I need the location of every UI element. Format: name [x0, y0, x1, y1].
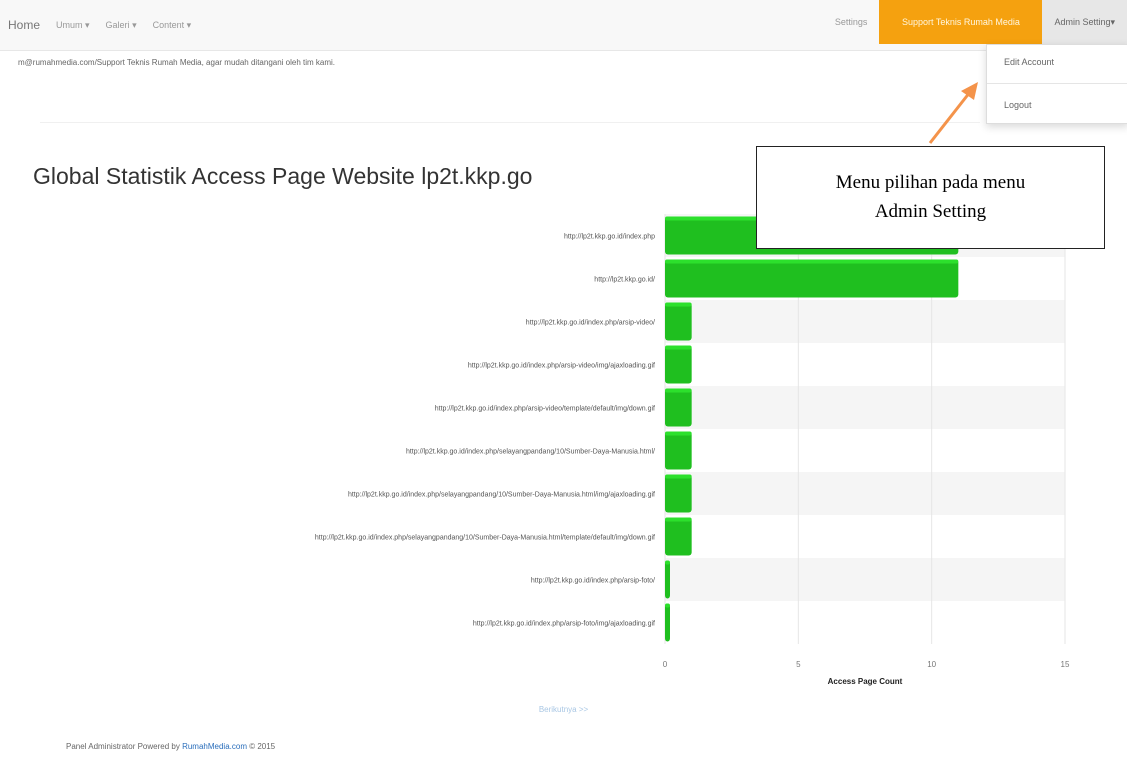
dropdown-divider — [987, 83, 1127, 84]
callout-line-2: Admin Setting — [874, 200, 987, 222]
chart-bar-highlight — [665, 345, 692, 350]
nav-menu-content[interactable]: Content ▾ — [153, 20, 192, 31]
rumahmedia-link[interactable]: RumahMedia.com — [182, 742, 247, 751]
y-category-label: http://lp2t.kkp.go.id/ — [594, 277, 655, 284]
divider — [40, 122, 980, 123]
chart-bar-highlight — [665, 302, 692, 307]
top-navbar: Home Umum ▾ Galeri ▾ Content ▾ Settings … — [0, 0, 1127, 51]
chart-bar-highlight — [665, 388, 692, 393]
settings-link[interactable]: Settings — [823, 0, 880, 44]
chart-row-band — [665, 472, 1065, 515]
chart-bar — [665, 431, 692, 470]
x-tick-label: 15 — [1061, 660, 1070, 669]
chart-bar — [665, 388, 692, 427]
x-tick-label: 0 — [663, 660, 668, 669]
logout-menu-item[interactable]: Logout — [987, 88, 1127, 122]
x-tick-label: 10 — [927, 660, 936, 669]
chart-row-band — [665, 386, 1065, 429]
admin-dropdown-menu: Edit Account Logout — [986, 44, 1127, 124]
chart-row-band — [665, 558, 1065, 601]
y-category-label: http://lp2t.kkp.go.id/index.php/selayang… — [406, 449, 655, 456]
y-category-label: http://lp2t.kkp.go.id/index.php/selayang… — [315, 535, 655, 542]
y-category-label: http://lp2t.kkp.go.id/index.php/arsip-vi… — [468, 363, 655, 370]
y-category-label: http://lp2t.kkp.go.id/index.php/arsip-fo… — [473, 621, 655, 628]
x-axis-label: Access Page Count — [828, 677, 903, 686]
chart-bar — [665, 345, 692, 384]
chart-bar-highlight — [665, 431, 692, 436]
next-page-link[interactable]: Berikutnya >> — [0, 705, 1127, 714]
admin-setting-menu[interactable]: Admin Setting ▾ — [1042, 0, 1127, 44]
statistics-title: Global Statistik Access Page Website lp2… — [33, 163, 533, 189]
y-category-label: http://lp2t.kkp.go.id/index.php/arsip-fo… — [531, 578, 655, 585]
footer-text: Panel Administrator Powered by — [66, 742, 183, 751]
support-link[interactable]: Support Teknis Rumah Media — [879, 0, 1043, 44]
chart-bar-highlight — [665, 259, 959, 264]
footer: Panel Administrator Powered by RumahMedi… — [66, 742, 275, 751]
y-category-label: http://lp2t.kkp.go.id/index.php/selayang… — [348, 492, 655, 499]
chart-bar — [665, 603, 670, 642]
chart-bar-highlight — [665, 603, 670, 608]
access-page-bar-chart: 0 5 10 15 http://lp2t.kkp.go.id/index.php htt… — [315, 214, 1070, 686]
chart-bar-highlight — [665, 517, 692, 522]
y-category-label: http://lp2t.kkp.go.id/index.php — [564, 234, 655, 241]
y-category-label: http://lp2t.kkp.go.id/index.php/arsip-vi… — [526, 320, 655, 327]
chart-bar-highlight — [665, 474, 692, 479]
chart-bar — [665, 517, 692, 556]
annotation-callout: Menu pilihan pada menu Admin Setting — [756, 146, 1105, 249]
nav-menu-umum[interactable]: Umum ▾ — [56, 20, 90, 31]
chart-row-band — [665, 300, 1065, 343]
chart-bar — [665, 474, 692, 513]
home-brand-link[interactable]: Home — [8, 18, 40, 32]
footer-copyright: © 2015 — [246, 742, 276, 751]
y-category-label: http://lp2t.kkp.go.id/index.php/arsip-vi… — [435, 406, 655, 413]
chart-bar — [665, 302, 692, 341]
chart-bar — [665, 259, 959, 298]
support-notice: m@rumahmedia.com/Support Teknis Rumah Me… — [18, 58, 336, 67]
chart-bar-highlight — [665, 560, 670, 565]
chart-bar — [665, 560, 670, 599]
edit-account-menu-item[interactable]: Edit Account — [987, 45, 1127, 79]
callout-line-1: Menu pilihan pada menu — [835, 172, 1026, 193]
x-tick-label: 5 — [796, 660, 801, 669]
nav-menu-galeri[interactable]: Galeri ▾ — [106, 20, 137, 31]
